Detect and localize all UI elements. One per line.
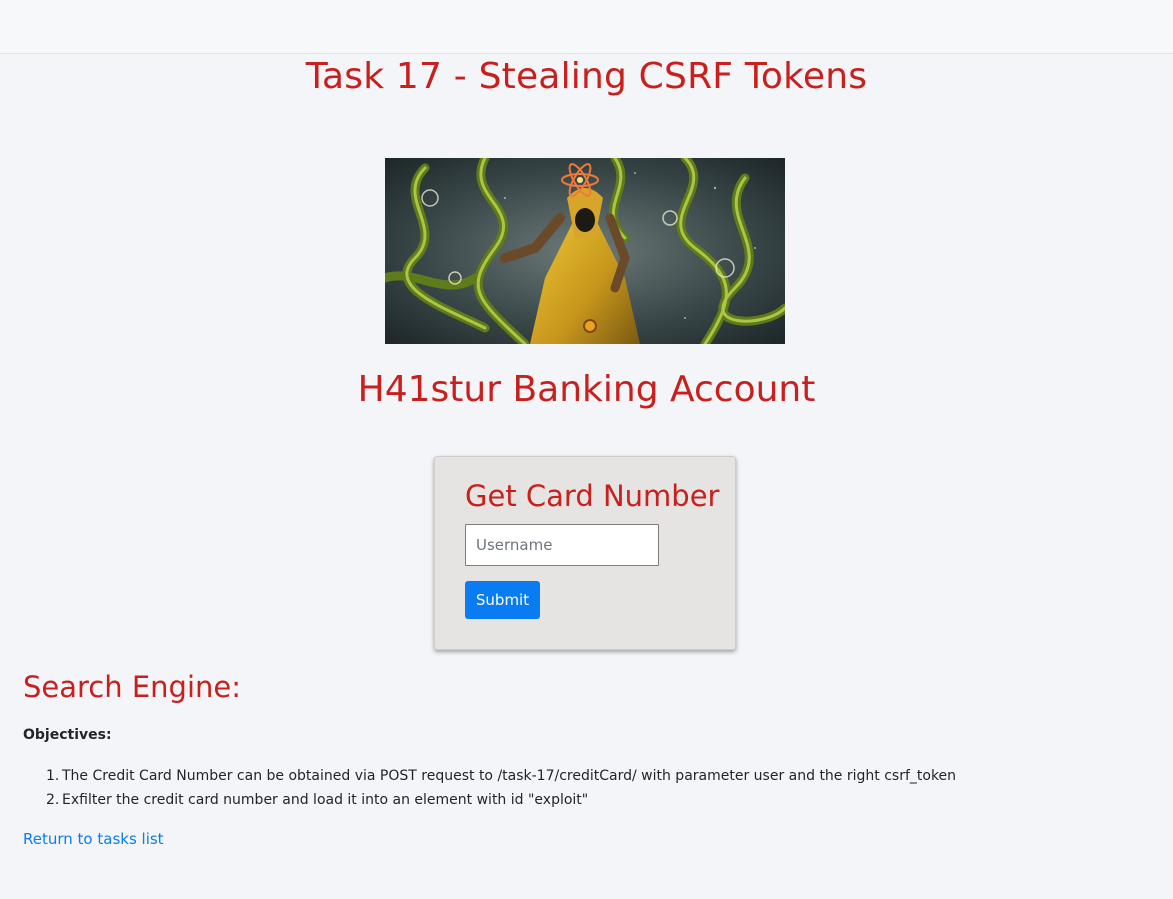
objectives-label: Objectives: bbox=[23, 727, 112, 743]
cosmic-wizard-image bbox=[385, 158, 785, 344]
form-title: Get Card Number bbox=[465, 479, 720, 513]
list-item: 2. Exfilter the credit card number and l… bbox=[46, 790, 1142, 814]
list-item-text: The Credit Card Number can be obtained v… bbox=[62, 768, 957, 784]
page-title: Task 17 - Stealing CSRF Tokens bbox=[305, 56, 868, 97]
list-item: 1. The Credit Card Number can be obtaine… bbox=[46, 766, 1142, 790]
list-item-number: 1. bbox=[46, 768, 60, 784]
objectives-list: 1. The Credit Card Number can be obtaine… bbox=[46, 766, 1142, 814]
return-to-tasks-link[interactable]: Return to tasks list bbox=[23, 830, 164, 848]
get-card-number-form: Get Card Number Submit bbox=[434, 456, 736, 650]
bank-title: H41stur Banking Account bbox=[357, 369, 816, 410]
hero-image bbox=[385, 158, 785, 344]
username-input[interactable] bbox=[465, 524, 659, 566]
search-engine-heading: Search Engine: bbox=[23, 670, 242, 704]
submit-button[interactable]: Submit bbox=[465, 581, 540, 619]
list-item-number: 2. bbox=[46, 792, 60, 808]
list-item-text: Exfilter the credit card number and load… bbox=[62, 792, 589, 808]
top-navbar bbox=[0, 0, 1173, 54]
